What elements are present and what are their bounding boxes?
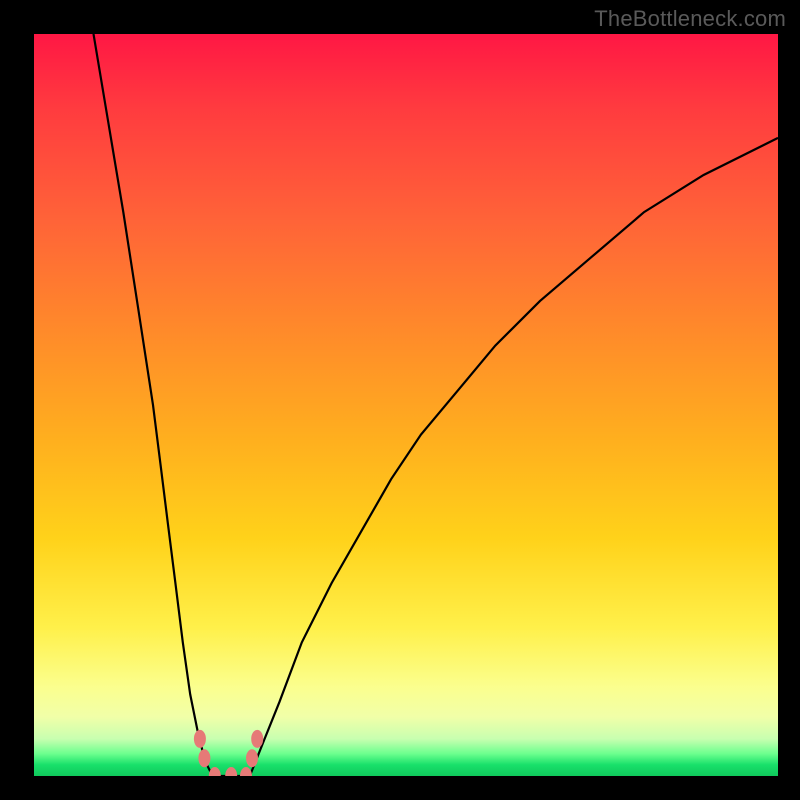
curve-layer [34, 34, 778, 776]
chart-frame: TheBottleneck.com line [0, 0, 800, 800]
curve-right-branch [250, 138, 778, 776]
watermark-text: TheBottleneck.com [594, 6, 786, 32]
curve-left-branch [94, 34, 213, 776]
plot-area [34, 34, 778, 776]
